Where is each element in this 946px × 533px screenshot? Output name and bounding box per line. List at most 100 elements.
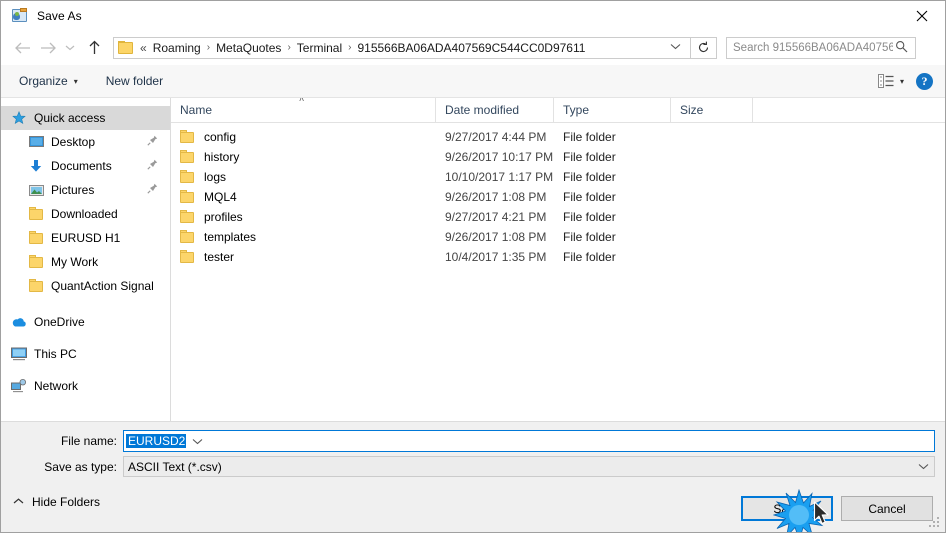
close-button[interactable]	[899, 1, 945, 30]
column-headers: Name Date modified Type Size ˄	[171, 98, 945, 123]
sidebar-item-this-pc[interactable]: This PC	[1, 342, 170, 366]
folder-icon	[28, 278, 44, 294]
browser-content: Quick access Desktop Documents Pictures …	[1, 98, 945, 421]
file-type-cell: File folder	[563, 130, 616, 144]
recent-locations-button[interactable]	[61, 35, 79, 61]
filename-row: File name: EURUSD2	[1, 430, 945, 452]
resize-grip[interactable]	[929, 517, 941, 529]
filename-combobox[interactable]: EURUSD2	[123, 430, 935, 452]
search-input[interactable]: Search 915566BA06ADA40756...	[727, 42, 893, 54]
file-type-cell: File folder	[563, 190, 616, 204]
save-form: File name: EURUSD2 Save as type: ASCII T…	[1, 421, 945, 487]
file-date-cell: 9/27/2017 4:21 PM	[445, 210, 547, 224]
sidebar-item-downloaded[interactable]: Downloaded	[1, 202, 170, 226]
table-row[interactable]: templates 9/26/2017 1:08 PM File folder	[171, 227, 945, 247]
sidebar-item-quick-access[interactable]: Quick access	[1, 106, 170, 130]
search-icon	[893, 40, 915, 56]
breadcrumb-separator-icon[interactable]: ›	[345, 42, 354, 53]
folder-icon	[180, 210, 195, 224]
pin-icon[interactable]	[147, 183, 158, 197]
pictures-icon	[28, 182, 44, 198]
sidebar-item-network[interactable]: Network	[1, 374, 170, 398]
breadcrumb-separator-icon[interactable]: ›	[204, 42, 213, 53]
sidebar-item-my-work[interactable]: My Work	[1, 250, 170, 274]
dialog-footer: Hide Folders Save Cancel	[1, 486, 945, 532]
sidebar-item-eurusd-h1[interactable]: EURUSD H1	[1, 226, 170, 250]
table-row[interactable]: MQL4 9/26/2017 1:08 PM File folder	[171, 187, 945, 207]
save-button[interactable]: Save	[741, 496, 833, 521]
pin-icon[interactable]	[147, 159, 158, 173]
cancel-button[interactable]: Cancel	[841, 496, 933, 521]
view-options-icon	[877, 74, 894, 88]
back-button[interactable]	[9, 35, 35, 61]
breadcrumb-separator-icon[interactable]: ›	[284, 42, 293, 53]
file-list: Name Date modified Type Size ˄ config 9/…	[171, 98, 945, 421]
forward-button[interactable]	[35, 35, 61, 61]
file-type-cell: File folder	[563, 250, 616, 264]
file-name-label: profiles	[204, 210, 243, 224]
column-header-type[interactable]: Type	[554, 98, 671, 122]
sidebar-item-onedrive[interactable]: OneDrive	[1, 310, 170, 334]
chevron-down-icon[interactable]	[186, 438, 208, 445]
sidebar-item-pictures[interactable]: Pictures	[1, 178, 170, 202]
view-options-button[interactable]: ▾	[877, 74, 904, 88]
chevron-down-icon: ▾	[899, 76, 904, 86]
table-row[interactable]: logs 10/10/2017 1:17 PM File folder	[171, 167, 945, 187]
table-row[interactable]: config 9/27/2017 4:44 PM File folder	[171, 127, 945, 147]
file-name-cell: MQL4	[171, 190, 436, 204]
filename-input[interactable]: EURUSD2	[126, 434, 187, 448]
help-button[interactable]: ?	[916, 72, 933, 90]
window-title: Save As	[37, 8, 82, 23]
sidebar-item-label: Quick access	[34, 111, 106, 125]
folder-icon	[118, 41, 134, 54]
refresh-button[interactable]	[691, 36, 717, 59]
table-row[interactable]: profiles 9/27/2017 4:21 PM File folder	[171, 207, 945, 227]
folder-icon	[180, 230, 195, 244]
sidebar-item-documents[interactable]: Documents	[1, 154, 170, 178]
address-bar[interactable]: « Roaming › MetaQuotes › Terminal › 9155…	[113, 36, 691, 59]
star-icon	[11, 110, 27, 126]
documents-icon	[28, 158, 44, 174]
back-arrow-icon	[14, 42, 30, 53]
breadcrumb-item-terminal-id[interactable]: 915566BA06ADA407569C544CC0D97611	[354, 39, 588, 57]
hide-folders-label: Hide Folders	[32, 495, 101, 509]
organize-button[interactable]: Organize ▾	[11, 70, 86, 92]
filename-label: File name:	[60, 434, 117, 448]
savetype-combobox[interactable]: ASCII Text (*.csv)	[123, 456, 935, 477]
file-type-cell: File folder	[563, 170, 616, 184]
breadcrumb-item-metaquotes[interactable]: MetaQuotes	[213, 39, 284, 57]
column-header-size[interactable]: Size	[671, 98, 753, 122]
folder-icon	[180, 170, 195, 184]
breadcrumb-item-roaming[interactable]: Roaming	[150, 39, 204, 57]
sidebar-item-label: Network	[34, 379, 79, 393]
up-arrow-icon	[89, 40, 99, 54]
address-dropdown-button[interactable]	[664, 42, 690, 53]
search-box[interactable]: Search 915566BA06ADA40756...	[726, 36, 916, 59]
refresh-icon	[698, 41, 709, 53]
file-name-cell: config	[171, 130, 436, 144]
sidebar-item-label: This PC	[34, 347, 77, 361]
column-header-date[interactable]: Date modified	[436, 98, 554, 122]
help-icon: ?	[921, 73, 928, 88]
savetype-label: Save as type:	[44, 459, 117, 474]
file-name-label: logs	[204, 170, 227, 184]
folder-icon	[180, 250, 195, 264]
hide-folders-button[interactable]: Hide Folders	[13, 495, 100, 509]
file-type-cell: File folder	[563, 210, 616, 224]
sidebar-item-desktop[interactable]: Desktop	[1, 130, 170, 154]
sidebar-item-label: OneDrive	[34, 315, 85, 329]
breadcrumb-overflow[interactable]: «	[138, 39, 150, 57]
breadcrumb-item-terminal[interactable]: Terminal	[294, 39, 345, 57]
pin-icon[interactable]	[147, 135, 158, 149]
sidebar-item-quantaction-signal[interactable]: QuantAction Signal	[1, 274, 170, 298]
chevron-down-icon[interactable]	[912, 463, 934, 470]
file-name-cell: logs	[171, 170, 436, 184]
file-name-cell: tester	[171, 250, 436, 264]
chevron-down-icon: ▾	[73, 76, 78, 86]
up-button[interactable]	[81, 35, 107, 61]
table-row[interactable]: history 9/26/2017 10:17 PM File folder	[171, 147, 945, 167]
new-folder-button[interactable]: New folder	[98, 70, 171, 92]
table-row[interactable]: tester 10/4/2017 1:35 PM File folder	[171, 247, 945, 267]
sidebar-item-label: EURUSD H1	[51, 231, 121, 245]
forward-arrow-icon	[40, 42, 56, 53]
